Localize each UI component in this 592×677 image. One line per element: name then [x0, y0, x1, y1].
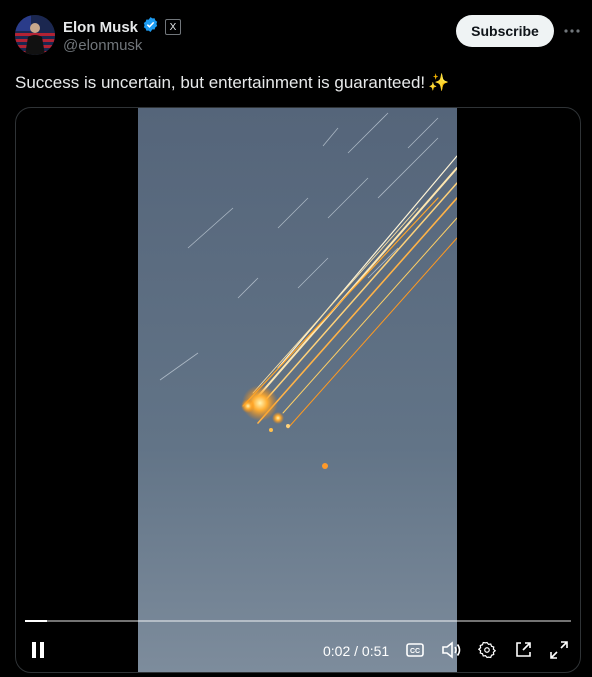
- svg-text:CC: CC: [410, 648, 420, 655]
- more-options-icon[interactable]: [562, 22, 582, 40]
- settings-gear-icon[interactable]: [473, 636, 501, 664]
- video-time: 0:02 / 0:51: [323, 643, 389, 659]
- video-frame-image: [138, 108, 457, 672]
- pause-icon[interactable]: [24, 636, 52, 664]
- time-separator: /: [354, 643, 359, 659]
- subscribe-button[interactable]: Subscribe: [456, 15, 554, 47]
- sparkles-emoji: ✨: [428, 73, 450, 92]
- author-handle[interactable]: @elonmusk: [63, 37, 142, 54]
- affiliate-x-icon: X: [165, 19, 182, 35]
- video-progress-bar[interactable]: [25, 620, 571, 622]
- avatar[interactable]: [15, 15, 55, 55]
- tweet-text: Success is uncertain, but entertainment …: [15, 73, 449, 93]
- tweet-text-body: Success is uncertain, but entertainment …: [15, 73, 426, 92]
- video-frame[interactable]: [138, 108, 457, 672]
- current-time: 0:02: [323, 643, 351, 659]
- fullscreen-icon[interactable]: [545, 636, 573, 664]
- captions-icon[interactable]: CC: [401, 636, 429, 664]
- author-display-name[interactable]: Elon Musk: [63, 19, 138, 36]
- volume-icon[interactable]: [437, 636, 465, 664]
- author-name-row: Elon Musk X: [63, 16, 182, 38]
- avatar-photo-icon: [15, 15, 55, 55]
- verified-badge-icon: [142, 16, 159, 38]
- video-progress-fill: [25, 620, 47, 622]
- duration: 0:51: [361, 643, 390, 659]
- video-controls: 0:02 / 0:51 CC: [16, 628, 580, 672]
- picture-in-picture-icon[interactable]: [509, 636, 537, 664]
- video-player[interactable]: 0:02 / 0:51 CC: [15, 107, 581, 673]
